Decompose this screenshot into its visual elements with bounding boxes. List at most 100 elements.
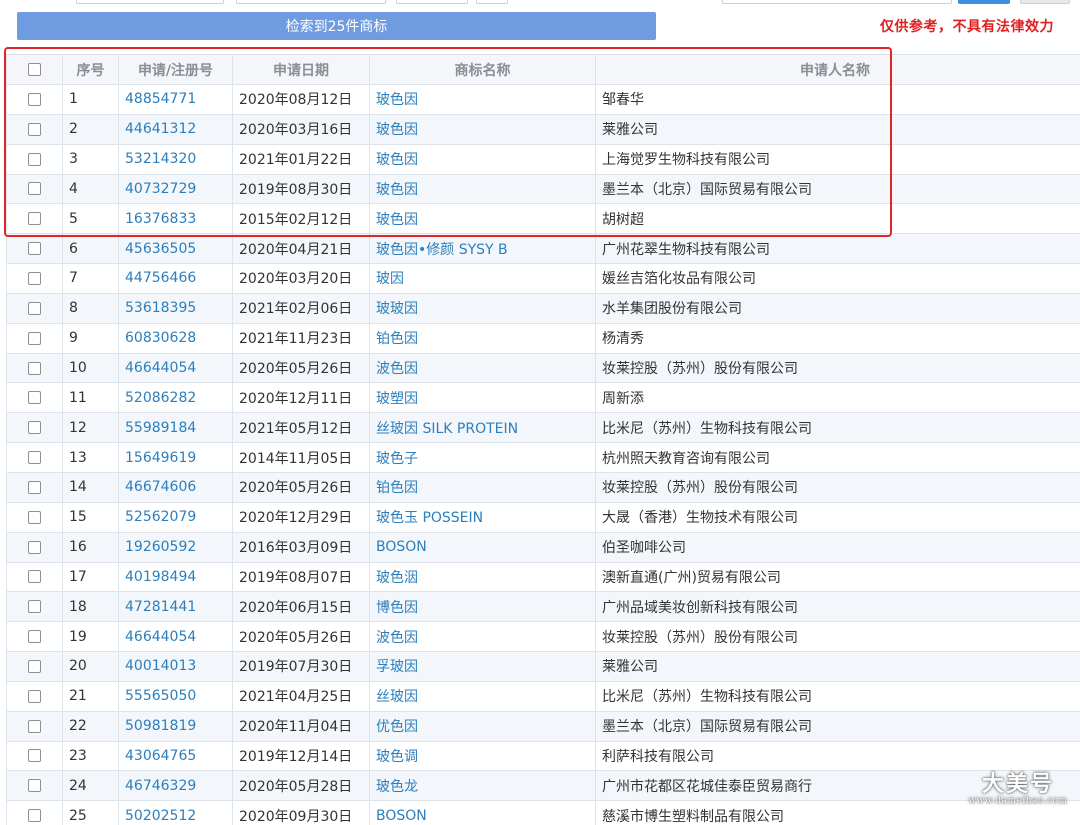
row-checkbox[interactable]: [28, 361, 41, 375]
row-reg-no-link[interactable]: 45636505: [118, 233, 233, 265]
row-checkbox[interactable]: [28, 600, 41, 614]
row-mark-name-link[interactable]: 波色因: [369, 621, 596, 653]
table-row[interactable]: 20 40014013 2019年07月30日 孚玻因 莱雅公司: [6, 651, 1080, 682]
row-checkbox[interactable]: [28, 152, 41, 166]
row-checkbox[interactable]: [28, 809, 41, 823]
row-reg-no-link[interactable]: 50202512: [118, 800, 233, 825]
table-row[interactable]: 13 15649619 2014年11月05日 玻色子 杭州照天教育咨询有限公司: [6, 442, 1080, 473]
row-reg-no-link[interactable]: 46644054: [118, 621, 233, 653]
table-row[interactable]: 16 19260592 2016年03月09日 BOSON 伯圣咖啡公司: [6, 531, 1080, 563]
row-mark-name-link[interactable]: 玻色调: [369, 740, 596, 772]
table-row[interactable]: 11 52086282 2020年12月11日 玻塑因 周新添: [6, 382, 1080, 414]
top-search-button[interactable]: [958, 0, 1010, 4]
row-reg-no-link[interactable]: 52562079: [118, 501, 233, 533]
row-reg-no-link[interactable]: 52086282: [118, 382, 233, 414]
row-checkbox[interactable]: [28, 659, 41, 673]
row-checkbox-cell[interactable]: [6, 680, 63, 712]
row-reg-no-link[interactable]: 50981819: [118, 710, 233, 742]
row-checkbox[interactable]: [28, 779, 41, 793]
row-checkbox[interactable]: [28, 242, 41, 256]
row-checkbox-cell[interactable]: [6, 113, 63, 145]
table-row[interactable]: 19 46644054 2020年05月26日 波色因 妆莱控股（苏州）股份有限公司: [6, 621, 1080, 653]
row-checkbox[interactable]: [28, 630, 41, 644]
search-result-banner[interactable]: 检索到25件商标: [17, 12, 656, 40]
row-mark-name-link[interactable]: 波色因: [369, 352, 596, 384]
table-row[interactable]: 9 60830628 2021年11月23日 铂色因 杨清秀: [6, 322, 1080, 354]
row-mark-name-link[interactable]: 玻玻因: [369, 292, 596, 324]
row-mark-name-link[interactable]: 玻因: [369, 263, 596, 294]
table-row[interactable]: 14 46674606 2020年05月26日 铂色因 妆莱控股（苏州）股份有限公司: [6, 471, 1080, 503]
table-row[interactable]: 5 16376833 2015年02月12日 玻色因 胡树超: [6, 203, 1080, 235]
row-mark-name-link[interactable]: 玻色因: [369, 113, 596, 145]
row-checkbox[interactable]: [28, 92, 41, 106]
row-checkbox[interactable]: [28, 331, 41, 345]
row-mark-name-link[interactable]: 玻色因: [369, 143, 596, 175]
row-mark-name-link[interactable]: BOSON: [369, 531, 596, 563]
row-checkbox-cell[interactable]: [6, 442, 63, 473]
row-checkbox-cell[interactable]: [6, 501, 63, 533]
select-all-checkbox[interactable]: [28, 63, 41, 76]
row-mark-name-link[interactable]: 博色因: [369, 591, 596, 623]
row-checkbox[interactable]: [28, 391, 41, 405]
row-mark-name-link[interactable]: BOSON: [369, 800, 596, 825]
top-input-2[interactable]: [236, 0, 386, 4]
row-reg-no-link[interactable]: 53214320: [118, 143, 233, 175]
row-checkbox-cell[interactable]: [6, 173, 63, 205]
top-reset-button[interactable]: [1020, 0, 1070, 4]
table-row[interactable]: 8 53618395 2021年02月06日 玻玻因 水羊集团股份有限公司: [6, 292, 1080, 324]
row-checkbox-cell[interactable]: [6, 84, 63, 115]
table-row[interactable]: 2 44641312 2020年03月16日 玻色因 莱雅公司: [6, 113, 1080, 145]
row-checkbox[interactable]: [28, 570, 41, 584]
row-checkbox-cell[interactable]: [6, 591, 63, 623]
row-checkbox[interactable]: [28, 212, 41, 226]
row-reg-no-link[interactable]: 43064765: [118, 740, 233, 772]
row-checkbox-cell[interactable]: [6, 292, 63, 324]
table-row[interactable]: 21 55565050 2021年04月25日 丝玻因 比米尼（苏州）生物科技有限公司: [6, 680, 1080, 712]
table-row[interactable]: 22 50981819 2020年11月04日 优色因 墨兰本（北京）国际贸易有限公司: [6, 710, 1080, 742]
row-reg-no-link[interactable]: 55565050: [118, 680, 233, 712]
table-row[interactable]: 23 43064765 2019年12月14日 玻色调 利萨科技有限公司: [6, 740, 1080, 772]
row-reg-no-link[interactable]: 40014013: [118, 651, 233, 682]
row-mark-name-link[interactable]: 玻色因: [369, 84, 596, 115]
row-reg-no-link[interactable]: 40198494: [118, 561, 233, 593]
header-mark-name[interactable]: 商标名称: [369, 54, 596, 85]
row-reg-no-link[interactable]: 47281441: [118, 591, 233, 623]
row-checkbox-cell[interactable]: [6, 531, 63, 563]
row-checkbox-cell[interactable]: [6, 382, 63, 414]
table-row[interactable]: 3 53214320 2021年01月22日 玻色因 上海觉罗生物科技有限公司: [6, 143, 1080, 175]
row-reg-no-link[interactable]: 55989184: [118, 412, 233, 444]
row-checkbox[interactable]: [28, 122, 41, 136]
header-applicant[interactable]: 申请人名称: [595, 54, 1080, 85]
row-reg-no-link[interactable]: 53618395: [118, 292, 233, 324]
row-reg-no-link[interactable]: 16376833: [118, 203, 233, 235]
table-row[interactable]: 15 52562079 2020年12月29日 玻色玉 POSSEIN 大晟（香港）生物…: [6, 501, 1080, 533]
row-checkbox[interactable]: [28, 182, 41, 196]
row-mark-name-link[interactable]: 玻色龙: [369, 770, 596, 802]
top-input-1[interactable]: [76, 0, 224, 4]
row-checkbox[interactable]: [28, 749, 41, 763]
row-checkbox-cell[interactable]: [6, 143, 63, 175]
row-mark-name-link[interactable]: 玻色子: [369, 442, 596, 473]
row-checkbox-cell[interactable]: [6, 800, 63, 825]
table-row[interactable]: 24 46746329 2020年05月28日 玻色龙 广州市花都区花城佳泰臣贸易商行: [6, 770, 1080, 802]
row-checkbox-cell[interactable]: [6, 561, 63, 593]
row-reg-no-link[interactable]: 44641312: [118, 113, 233, 145]
row-reg-no-link[interactable]: 40732729: [118, 173, 233, 205]
row-reg-no-link[interactable]: 60830628: [118, 322, 233, 354]
row-checkbox-cell[interactable]: [6, 471, 63, 503]
select-all-cell[interactable]: [6, 54, 63, 85]
top-input-5[interactable]: [722, 0, 952, 4]
row-checkbox[interactable]: [28, 421, 41, 435]
row-reg-no-link[interactable]: 48854771: [118, 84, 233, 115]
row-checkbox-cell[interactable]: [6, 651, 63, 682]
row-checkbox-cell[interactable]: [6, 740, 63, 772]
table-row[interactable]: 17 40198494 2019年08月07日 玻色洇 澳新直通(广州)贸易有限公司: [6, 561, 1080, 593]
table-row[interactable]: 6 45636505 2020年04月21日 玻色因•修颜 SYSY B 广州花翠生物科…: [6, 233, 1080, 265]
row-mark-name-link[interactable]: 玻色洇: [369, 561, 596, 593]
row-reg-no-link[interactable]: 15649619: [118, 442, 233, 473]
row-mark-name-link[interactable]: 铂色因: [369, 322, 596, 354]
row-checkbox-cell[interactable]: [6, 770, 63, 802]
row-checkbox[interactable]: [28, 271, 41, 285]
row-checkbox-cell[interactable]: [6, 233, 63, 265]
table-row[interactable]: 18 47281441 2020年06月15日 博色因 广州品域美妆创新科技有限公司: [6, 591, 1080, 623]
